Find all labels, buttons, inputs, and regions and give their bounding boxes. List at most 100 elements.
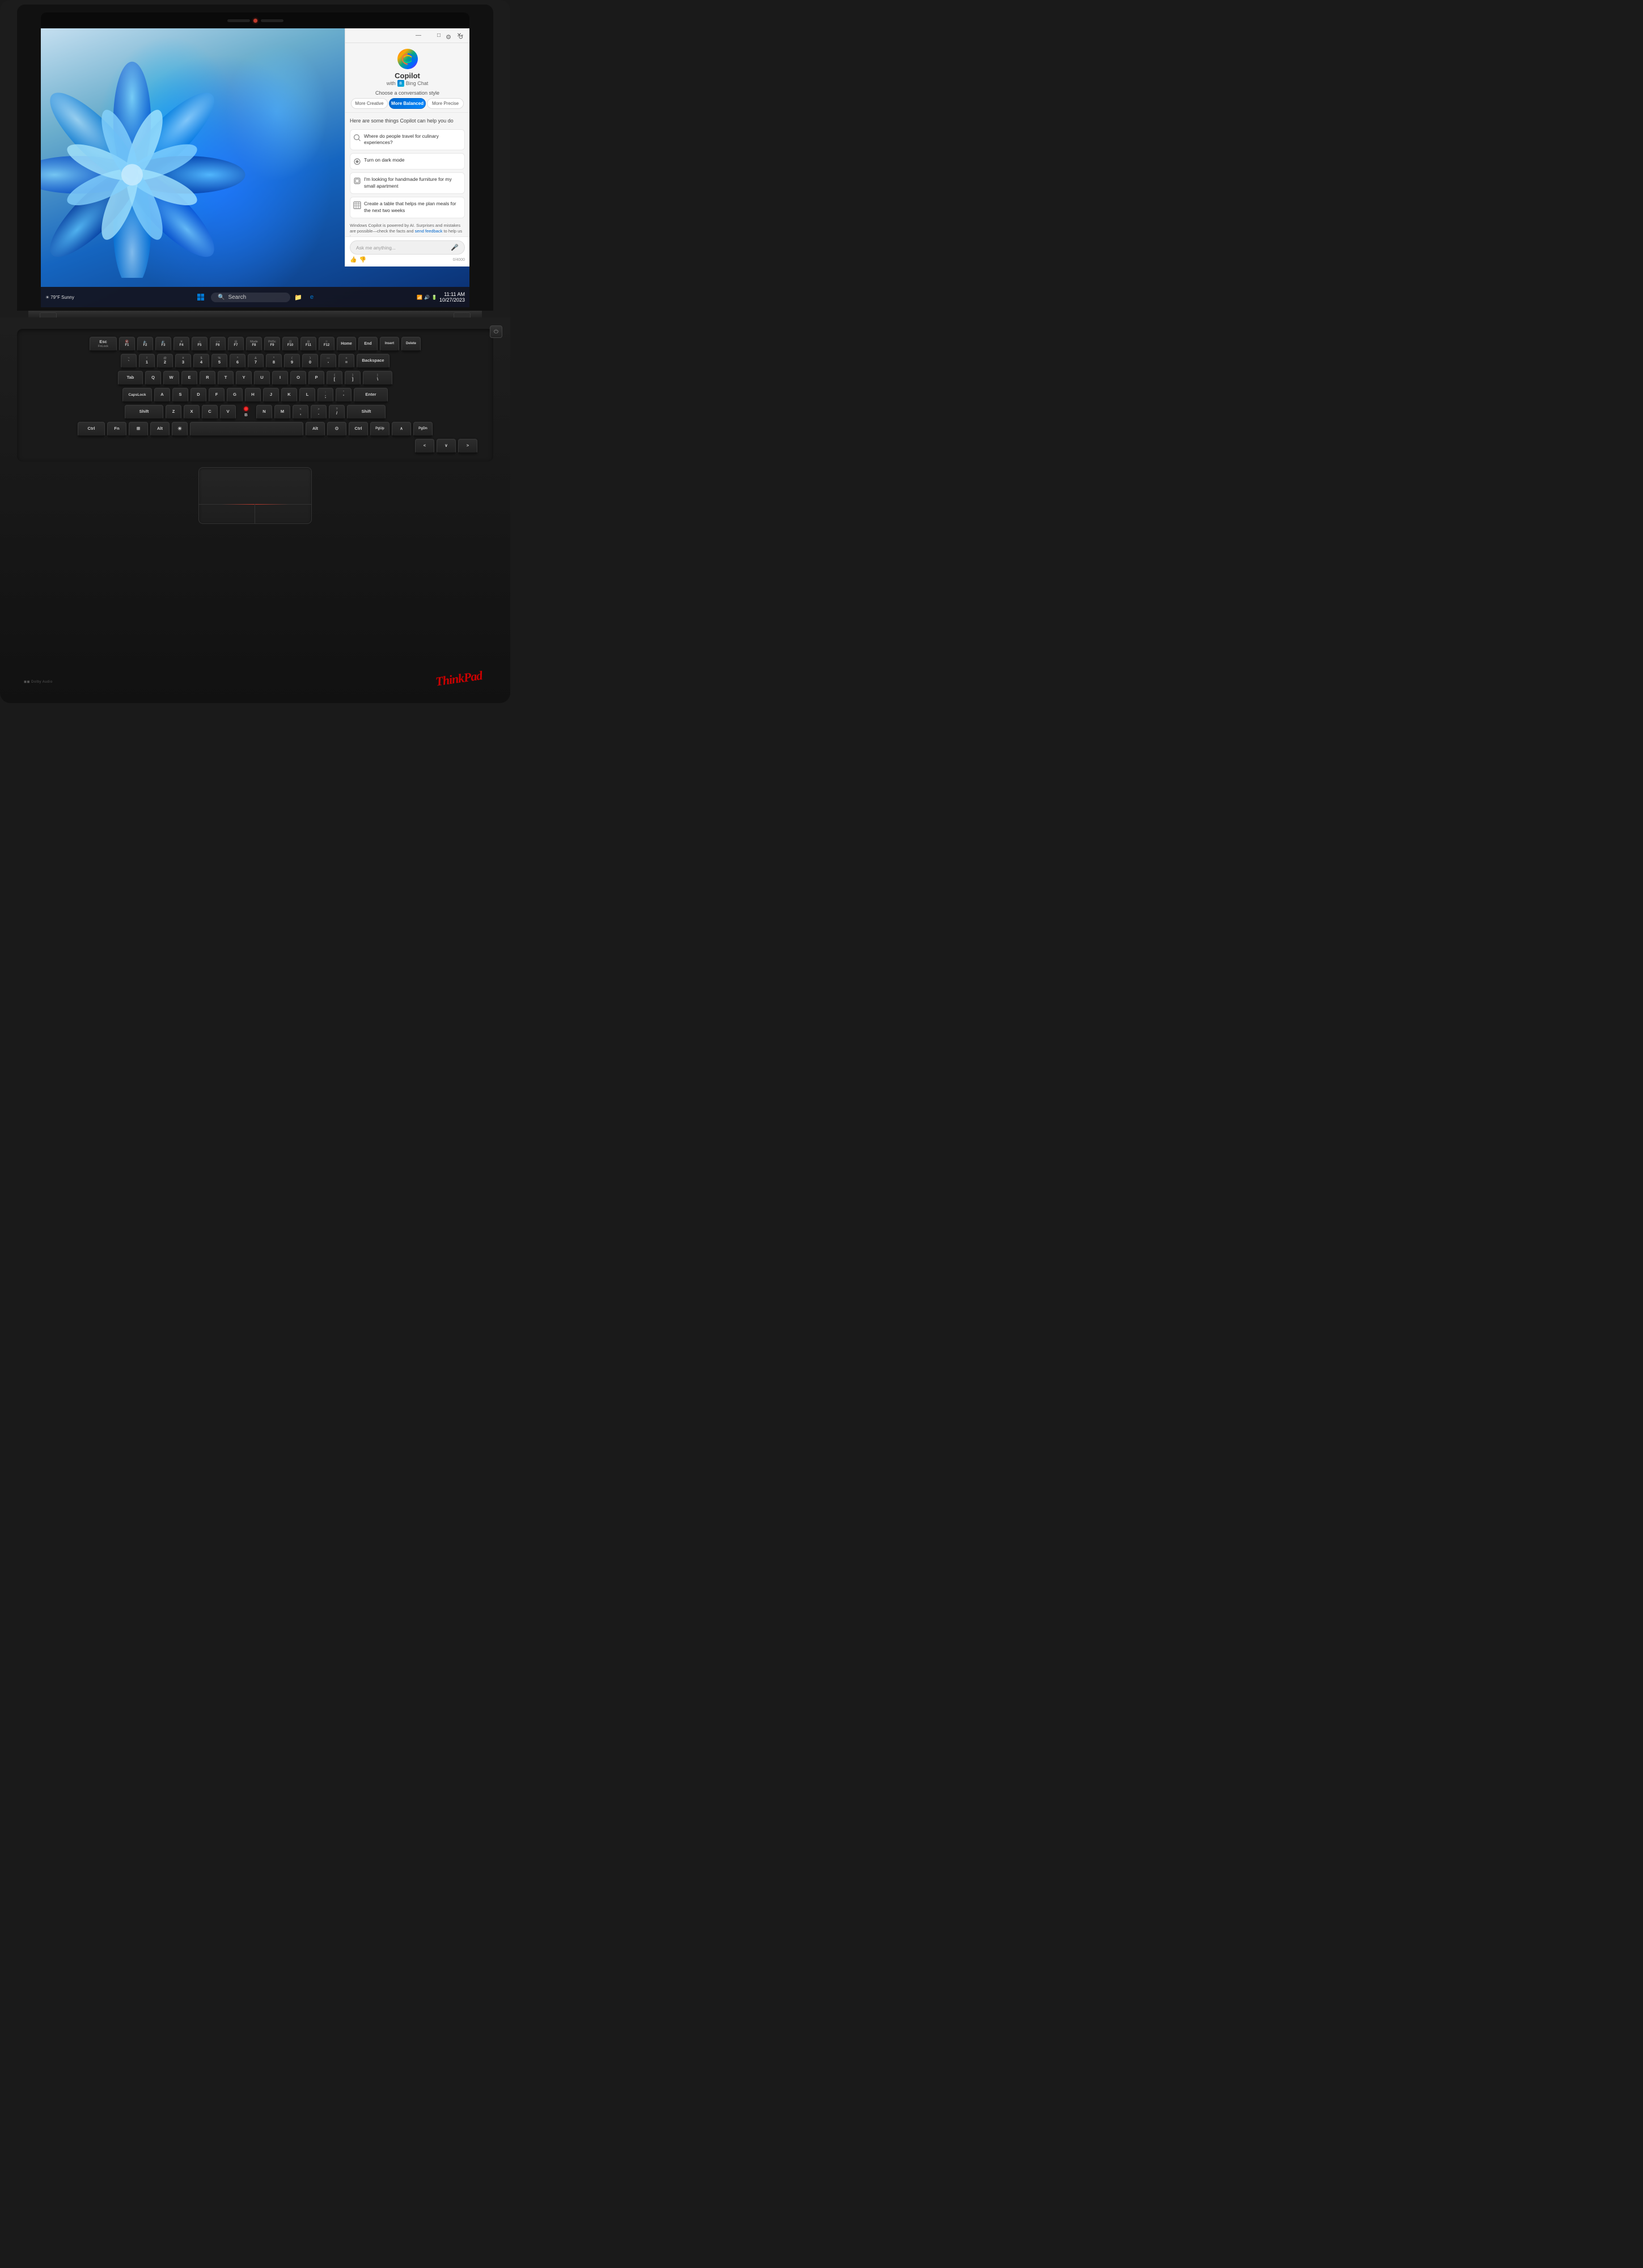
key-pgdn[interactable]: PgDn [413, 422, 433, 437]
power-button[interactable]: ⏻ [490, 325, 502, 338]
key-4[interactable]: $4 [193, 354, 209, 369]
key-i[interactable]: I [272, 371, 288, 386]
key-delete[interactable]: Delete [401, 337, 421, 352]
key-f9[interactable]: PrtScF9 [264, 337, 280, 352]
key-enter[interactable]: Enter [354, 388, 388, 403]
key-m[interactable]: M [274, 405, 290, 420]
key-h[interactable]: H [245, 388, 261, 403]
key-v[interactable]: V [220, 405, 236, 420]
weather-widget[interactable]: ☀ 79°F Sunny [45, 295, 74, 300]
key-arrow-up[interactable]: ∧ [392, 422, 411, 437]
key-q[interactable]: Q [145, 371, 161, 386]
key-f11[interactable]: ⊟F11 [300, 337, 316, 352]
key-arrow-right[interactable]: > [458, 439, 477, 454]
key-g[interactable]: G [227, 388, 243, 403]
key-0[interactable]: )0 [302, 354, 318, 369]
key-f2[interactable]: 🔈F2 [137, 337, 153, 352]
key-s[interactable]: S [172, 388, 188, 403]
key-d[interactable]: D [190, 388, 206, 403]
start-button[interactable] [193, 289, 209, 305]
key-z[interactable]: Z [166, 405, 181, 420]
key-ctrl-left[interactable]: Ctrl [78, 422, 105, 437]
copilot-input-container[interactable]: Ask me anything... 🎤 [350, 240, 465, 255]
clock[interactable]: 11:11 AM 10/27/2023 [439, 291, 465, 303]
key-f5[interactable]: ☼F5 [192, 337, 208, 352]
key-r[interactable]: R [200, 371, 215, 386]
feedback-link[interactable]: send feedback [415, 229, 443, 234]
suggestion-culinary[interactable]: Where do people travel for culinary expe… [350, 129, 465, 151]
key-7[interactable]: &7 [248, 354, 264, 369]
key-t[interactable]: T [218, 371, 234, 386]
style-creative[interactable]: More Creative [351, 98, 388, 109]
key-p[interactable]: P [308, 371, 324, 386]
minimize-button[interactable]: — [408, 28, 429, 43]
touchpad-left-button[interactable] [199, 504, 255, 523]
battery-icon[interactable]: 🔋 [431, 295, 437, 300]
key-esc[interactable]: EscFnLock [90, 337, 117, 352]
key-f4[interactable]: ✕F4 [173, 337, 189, 352]
key-alt-left[interactable]: Alt [150, 422, 170, 437]
key-arrow-left[interactable]: < [415, 439, 434, 454]
key-capslock[interactable]: CapsLock [122, 388, 152, 403]
key-y[interactable]: Y [236, 371, 252, 386]
suggestion-meals[interactable]: Create a table that helps me plan meals … [350, 197, 465, 218]
key-bracket-open[interactable]: {[ [327, 371, 342, 386]
key-slash[interactable]: ?/ [329, 405, 345, 420]
key-tab[interactable]: Tab [118, 371, 143, 386]
key-f7[interactable]: ⊟F7 [228, 337, 244, 352]
taskbar-search[interactable]: 🔍 Search [211, 293, 290, 302]
thumbsup-icon[interactable]: 👍 [350, 257, 357, 263]
key-comma[interactable]: <, [293, 405, 308, 420]
key-w[interactable]: W [163, 371, 179, 386]
key-n[interactable]: N [256, 405, 272, 420]
key-6[interactable]: ^6 [230, 354, 245, 369]
key-f12[interactable]: ☆F12 [319, 337, 334, 352]
key-copilot[interactable]: ⊙ [327, 422, 346, 437]
key-1[interactable]: !1 [139, 354, 155, 369]
key-f6[interactable]: ☼+F6 [210, 337, 226, 352]
key-f10[interactable]: ⊡F10 [282, 337, 298, 352]
key-f[interactable]: F [209, 388, 225, 403]
suggestion-darkmode[interactable]: Turn on dark mode [350, 153, 465, 170]
key-end[interactable]: End [358, 337, 378, 352]
key-ctrl-right[interactable]: Ctrl [349, 422, 368, 437]
key-alt-right[interactable]: Alt [306, 422, 325, 437]
key-home[interactable]: Home [337, 337, 356, 352]
key-9[interactable]: (9 [284, 354, 300, 369]
key-semicolon[interactable]: :; [317, 388, 333, 403]
key-gesture[interactable]: ☀ [172, 422, 188, 437]
key-fn[interactable]: Fn [107, 422, 126, 437]
key-k[interactable]: K [281, 388, 297, 403]
history-icon[interactable]: ↺ [456, 32, 466, 42]
key-a[interactable]: A [154, 388, 170, 403]
trackpoint[interactable] [244, 407, 248, 411]
key-minus[interactable]: —- [320, 354, 336, 369]
key-f3[interactable]: 🔉F3 [155, 337, 171, 352]
key-bracket-close[interactable]: }] [345, 371, 361, 386]
touchpad[interactable] [198, 467, 312, 524]
key-u[interactable]: U [254, 371, 270, 386]
key-backslash[interactable]: |\ [363, 371, 392, 386]
key-pgup[interactable]: PgUp [370, 422, 389, 437]
key-f1[interactable]: 🔇F1 [119, 337, 135, 352]
style-precise[interactable]: More Precise [427, 98, 464, 109]
key-5[interactable]: %5 [211, 354, 227, 369]
key-l[interactable]: L [299, 388, 315, 403]
key-8[interactable]: *8 [266, 354, 282, 369]
key-2[interactable]: @2 [157, 354, 173, 369]
key-shift-right[interactable]: Shift [347, 405, 386, 420]
key-backspace[interactable]: Backspace [357, 354, 389, 369]
key-x[interactable]: X [184, 405, 200, 420]
key-backtick[interactable]: ~` [121, 354, 137, 369]
volume-icon[interactable]: 🔊 [424, 295, 430, 300]
key-j[interactable]: J [263, 388, 279, 403]
key-equals[interactable]: += [338, 354, 354, 369]
key-space[interactable] [190, 422, 303, 437]
key-quote[interactable]: "' [336, 388, 352, 403]
key-o[interactable]: O [290, 371, 306, 386]
key-arrow-down[interactable]: ∨ [437, 439, 456, 454]
key-f8[interactable]: ModeF8 [246, 337, 262, 352]
key-insert[interactable]: Insert [380, 337, 399, 352]
suggestion-furniture[interactable]: I'm looking for handmade furniture for m… [350, 172, 465, 194]
mic-icon[interactable]: 🎤 [451, 244, 459, 251]
